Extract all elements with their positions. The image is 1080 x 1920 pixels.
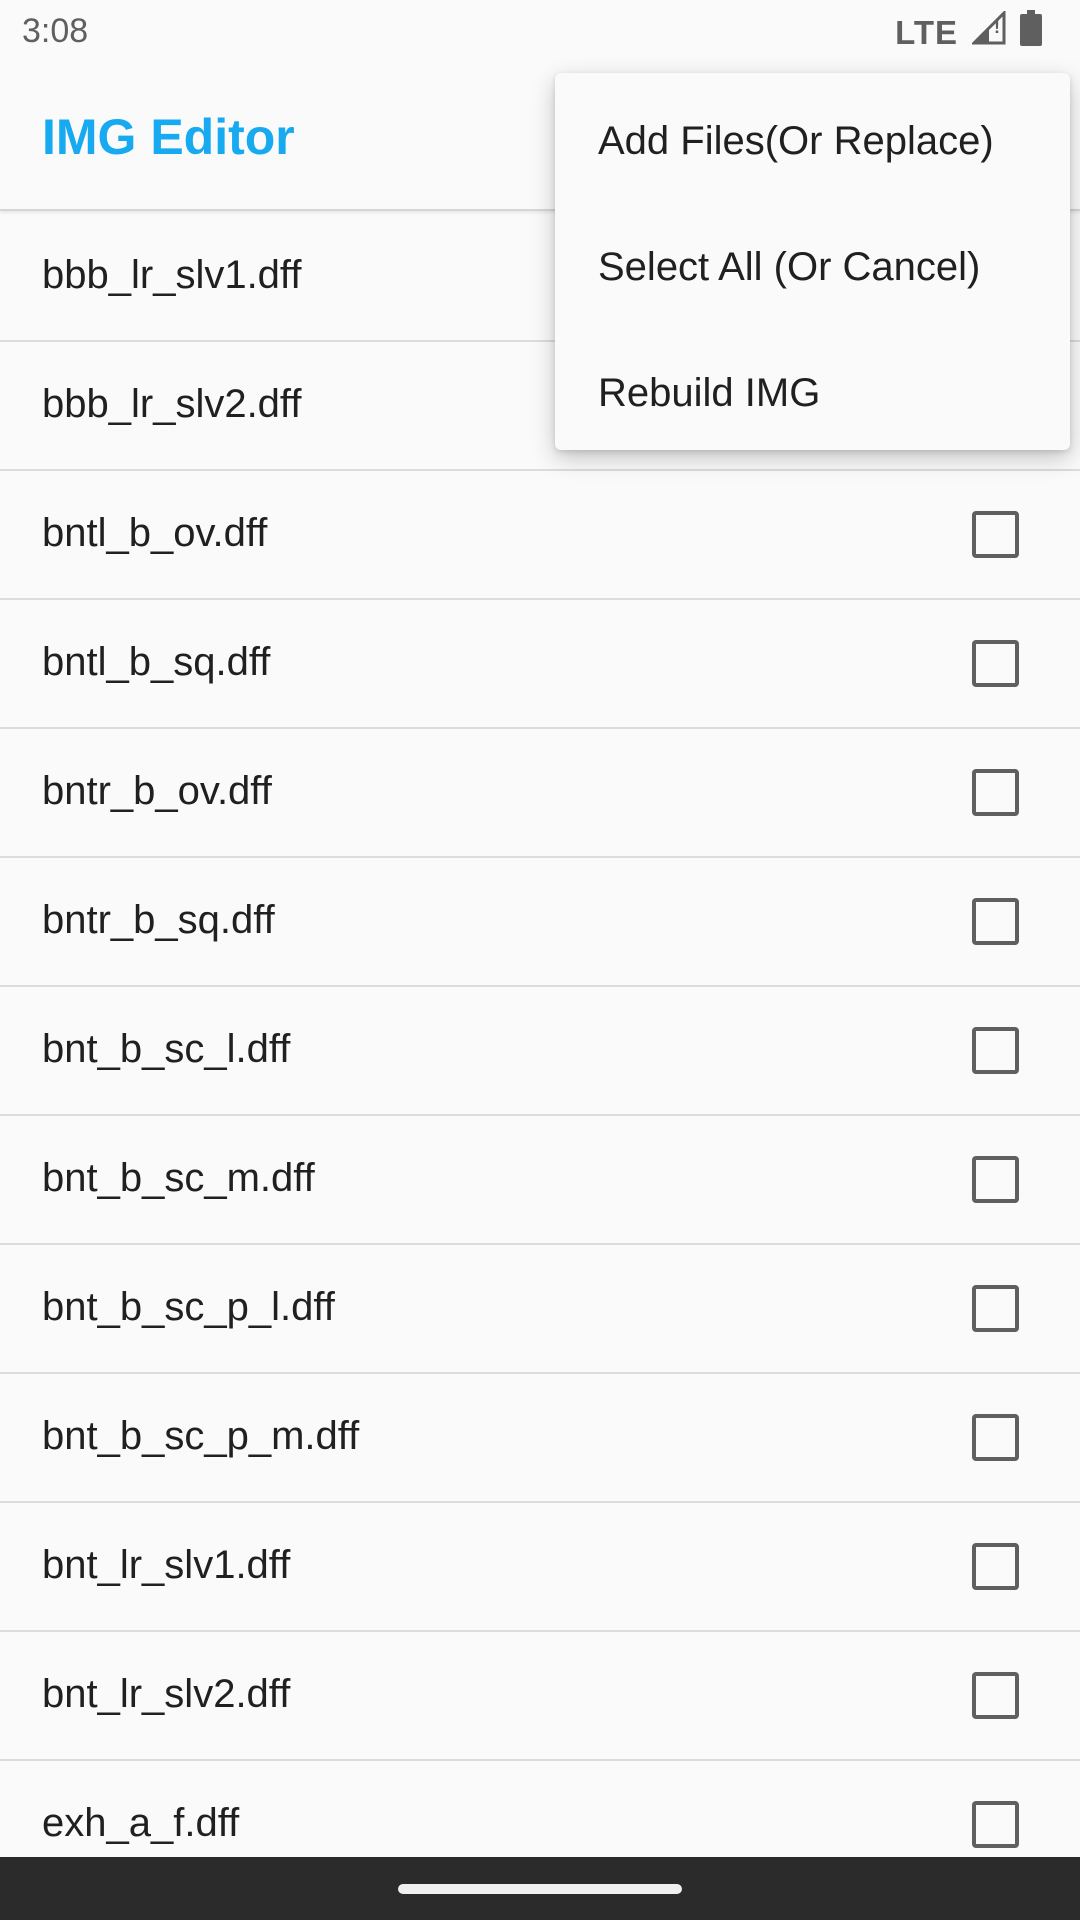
file-name: bntl_b_sq.dff (42, 640, 271, 684)
overflow-menu: Add Files(Or Replace) Select All (Or Can… (555, 73, 1070, 450)
file-name: bnt_lr_slv1.dff (42, 1543, 291, 1587)
status-bar: 3:08 LTE ! (0, 0, 1080, 64)
file-checkbox[interactable] (972, 1672, 1019, 1719)
network-type: LTE (895, 13, 958, 51)
list-item[interactable]: bntl_b_sq.dff (0, 600, 1080, 729)
file-name: bnt_b_sc_m.dff (42, 1156, 315, 1200)
list-item[interactable]: bntr_b_sq.dff (0, 858, 1080, 987)
list-item[interactable]: bnt_b_sc_m.dff (0, 1116, 1080, 1245)
status-icons: LTE ! (895, 9, 1042, 55)
list-item[interactable]: bnt_b_sc_l.dff (0, 987, 1080, 1116)
navigation-bar (0, 1857, 1080, 1920)
home-gesture-handle[interactable] (398, 1884, 682, 1894)
file-name: bbb_lr_slv2.dff (42, 382, 302, 426)
app-title: IMG Editor (42, 109, 295, 165)
menu-item-rebuild-img[interactable]: Rebuild IMG (555, 330, 1070, 456)
file-name: bnt_b_sc_p_m.dff (42, 1414, 360, 1458)
file-list: bbb_lr_slv1.dff bbb_lr_slv2.dff bntl_b_ov.… (0, 213, 1080, 1890)
list-item[interactable]: bnt_lr_slv2.dff (0, 1632, 1080, 1761)
file-checkbox[interactable] (972, 511, 1019, 558)
file-name: bbb_lr_slv1.dff (42, 253, 302, 297)
file-checkbox[interactable] (972, 1027, 1019, 1074)
file-checkbox[interactable] (972, 1543, 1019, 1590)
list-item[interactable]: bnt_b_sc_p_m.dff (0, 1374, 1080, 1503)
file-checkbox[interactable] (972, 1285, 1019, 1332)
status-time: 3:08 (22, 12, 89, 50)
list-item[interactable]: bntl_b_ov.dff (0, 471, 1080, 600)
file-name: exh_a_f.dff (42, 1801, 240, 1845)
file-checkbox[interactable] (972, 1801, 1019, 1848)
file-name: bntr_b_sq.dff (42, 898, 275, 942)
file-checkbox[interactable] (972, 1414, 1019, 1461)
file-checkbox[interactable] (972, 640, 1019, 687)
list-item[interactable]: bntr_b_ov.dff (0, 729, 1080, 858)
file-name: bntr_b_ov.dff (42, 769, 272, 813)
signal-icon: ! (970, 9, 1006, 54)
file-name: bnt_b_sc_l.dff (42, 1027, 291, 1071)
file-name: bntl_b_ov.dff (42, 511, 268, 555)
file-name: bnt_lr_slv2.dff (42, 1672, 291, 1716)
menu-item-add-files[interactable]: Add Files(Or Replace) (555, 78, 1070, 204)
battery-icon (1020, 10, 1042, 55)
list-item[interactable]: bnt_lr_slv1.dff (0, 1503, 1080, 1632)
file-checkbox[interactable] (972, 769, 1019, 816)
file-name: bnt_b_sc_p_l.dff (42, 1285, 335, 1329)
file-checkbox[interactable] (972, 898, 1019, 945)
svg-text:!: ! (994, 17, 1000, 37)
file-checkbox[interactable] (972, 1156, 1019, 1203)
menu-item-select-all[interactable]: Select All (Or Cancel) (555, 204, 1070, 330)
list-item[interactable]: bnt_b_sc_p_l.dff (0, 1245, 1080, 1374)
